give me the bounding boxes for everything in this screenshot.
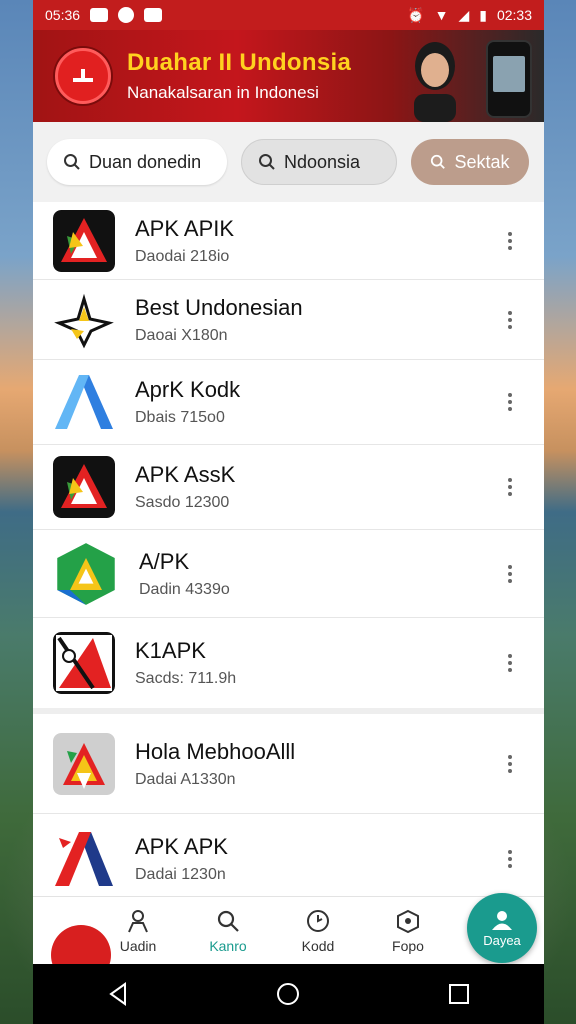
search-chip-2-label: Ndoonsia [284,151,361,172]
app-subtitle: Dadai 1230n [135,866,226,883]
search-icon [431,154,446,169]
banner-title: Duahar II Undonsia [127,49,352,76]
signal-icon: ◢ [458,6,470,23]
select-button-label: Sektak [454,151,510,172]
red-black-a-icon [53,632,115,694]
nav-item-kodd[interactable]: Kodd [273,908,363,954]
message-icon [118,7,135,23]
fab-label: Dayea [483,932,521,948]
list-item[interactable]: APK APIK Daodai 218io [33,202,544,280]
search-filter-row: Duan donedin Ndoonsia Sektak [33,122,544,202]
app-subtitle: Dadai A1330n [135,770,236,788]
green-triangle-icon [53,539,119,609]
banner-phone-image [486,40,532,118]
app-notification-icon [144,8,163,22]
list-item[interactable]: K1APK Sacds: 711.9h [33,618,544,714]
nav-item-fopo[interactable]: Fopo [363,908,453,954]
wifi-icon: ▼ [434,7,449,23]
list-item[interactable]: Hola MebhooAlll Dadai A1330n [33,714,544,814]
app-title: APK APK [135,834,228,859]
home-icon[interactable] [275,981,301,1007]
phone-screen: 05:36 ⏰ ▼ ◢ ▮ 02:33 Duahar II Undonsia N… [33,0,544,1024]
more-options-icon[interactable] [500,310,520,329]
list-item[interactable]: Best Undonesian Daoai X180n [33,280,544,360]
app-title: A/PK [139,548,190,574]
star-a-icon [53,288,115,351]
status-time-right: 02:33 [496,7,532,23]
app-subtitle: Daodai 218io [135,247,230,265]
apk-red-a-icon [53,209,115,272]
back-icon[interactable] [105,981,131,1007]
app-title: Best Undonesian [135,294,303,320]
app-subtitle: Daoai X180n [135,326,228,344]
more-options-icon[interactable] [500,564,520,583]
system-navigation-bar [33,964,544,1024]
app-subtitle: Sacds: 711.9h [135,670,237,687]
more-options-icon[interactable] [500,850,520,868]
more-options-icon[interactable] [500,231,520,250]
search-chip-2[interactable]: Ndoonsia [241,139,397,185]
nav-item-kanro[interactable]: Kanro [183,908,273,954]
status-bar: 05:36 ⏰ ▼ ◢ ▮ 02:33 [33,0,544,30]
app-title: AprK Kodk [135,377,241,402]
status-time-left: 05:36 [45,7,81,23]
recents-icon[interactable] [446,981,472,1007]
app-title: Hola MebhooAlll [135,738,296,764]
search-icon [64,154,80,170]
app-subtitle: Dbais 715o0 [135,409,225,426]
select-button[interactable]: Sektak [411,139,529,185]
battery-icon: ▮ [479,6,487,23]
person-icon [128,909,148,932]
clock-icon [307,909,329,932]
more-options-icon[interactable] [500,754,520,773]
banner-subtitle: Nanakalsaran in Indonesi [127,83,319,102]
notification-icon [90,8,109,22]
grey-a-icon [53,732,115,795]
search-icon [217,910,239,932]
search-chip-1-label: Duan donedin [89,151,202,172]
nav-label: Fopo [392,937,424,954]
app-logo-corner [33,897,111,985]
list-item[interactable]: A/PK Dadin 4339o [33,530,544,618]
nav-label: Kanro [209,937,247,954]
list-item[interactable]: APK APK Dadai 1230n [33,814,544,904]
app-list: APK APIK Daodai 218io Best Undonesian Da… [33,202,544,904]
alarm-icon: ⏰ [407,6,425,23]
app-title: APK APIK [135,215,235,241]
search-icon [259,154,275,170]
banner-person-image [396,36,474,122]
more-options-icon[interactable] [500,478,520,496]
box-icon [397,909,419,933]
promo-banner[interactable]: Duahar II Undonsia Nanakalsaran in Indon… [33,30,544,122]
nav-label: Kodd [301,937,335,954]
list-item[interactable]: APK AssK Sasdo 12300 [33,445,544,530]
app-title: K1APK [135,638,206,663]
list-item[interactable]: AprK Kodk Dbais 715o0 [33,360,544,445]
red-blue-a-icon [53,828,115,890]
search-chip-1[interactable]: Duan donedin [47,139,227,185]
user-icon [492,910,512,930]
more-options-icon[interactable] [500,654,520,672]
nav-label: Uadin [119,937,157,954]
banner-logo-icon [55,48,111,104]
fab-button[interactable]: Dayea [467,893,537,963]
blue-a-icon [53,371,115,433]
app-subtitle: Dadin 4339o [139,580,230,598]
apk-red-a-icon [53,456,115,518]
more-options-icon[interactable] [500,393,520,411]
app-subtitle: Sasdo 12300 [135,494,230,511]
app-title: APK AssK [135,462,236,487]
